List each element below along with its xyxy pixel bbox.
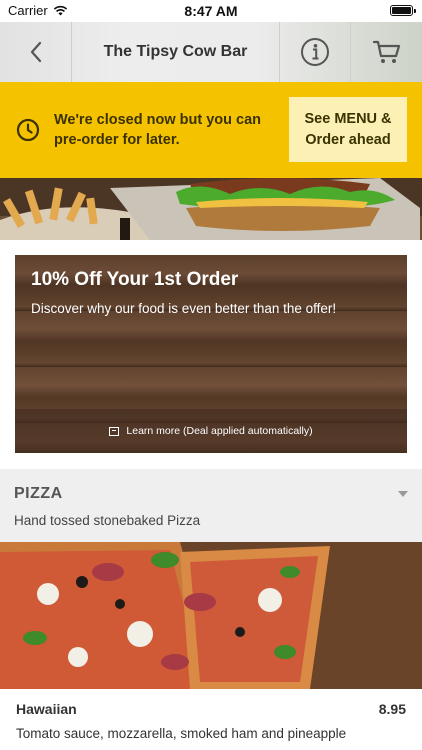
category-description: Hand tossed stonebaked Pizza — [14, 513, 201, 528]
category-header-pizza[interactable]: PIZZA Hand tossed stonebaked Pizza — [0, 469, 422, 542]
promo-learn-more-label: Learn more (Deal applied automatically) — [126, 425, 313, 437]
see-menu-order-ahead-button[interactable]: See MENU & Order ahead — [289, 97, 407, 162]
promo-subtitle: Discover why our food is even better tha… — [31, 301, 337, 316]
menu-item-price: 8.95 — [378, 701, 406, 717]
chevron-left-icon — [30, 41, 41, 63]
restaurant-hero-image — [0, 178, 422, 240]
closed-message: We're closed now but you can pre-order f… — [54, 112, 262, 148]
note-icon — [109, 426, 120, 436]
menu-item-description: Tomato sauce, mozzarella, smoked ham and… — [16, 726, 347, 741]
navigation-bar: The Tipsy Cow Bar — [0, 22, 422, 82]
menu-item-name: Hawaiian — [16, 701, 77, 717]
promo-offer-card[interactable]: 10% Off Your 1st Order Discover why our … — [15, 255, 407, 453]
status-bar: Carrier 8:47 AM — [0, 0, 422, 22]
cart-icon — [372, 40, 400, 63]
caret-down-icon — [398, 491, 408, 497]
back-button[interactable] — [0, 22, 72, 82]
clock-icon — [16, 118, 40, 142]
promo-learn-more[interactable]: Learn more (Deal applied automatically) — [15, 409, 407, 453]
category-title: PIZZA — [14, 485, 63, 502]
promo-title: 10% Off Your 1st Order — [31, 269, 239, 290]
page-title: The Tipsy Cow Bar — [72, 22, 280, 82]
menu-item-image — [0, 542, 422, 689]
battery-icon — [390, 5, 416, 16]
menu-item-row[interactable]: Hawaiian 8.95 Tomato sauce, mozzarella, … — [0, 689, 422, 750]
status-time: 8:47 AM — [184, 3, 238, 19]
cart-button[interactable] — [351, 22, 422, 82]
info-button[interactable] — [280, 22, 351, 82]
info-icon — [301, 38, 329, 66]
closed-banner: We're closed now but you can pre-order f… — [0, 82, 422, 178]
